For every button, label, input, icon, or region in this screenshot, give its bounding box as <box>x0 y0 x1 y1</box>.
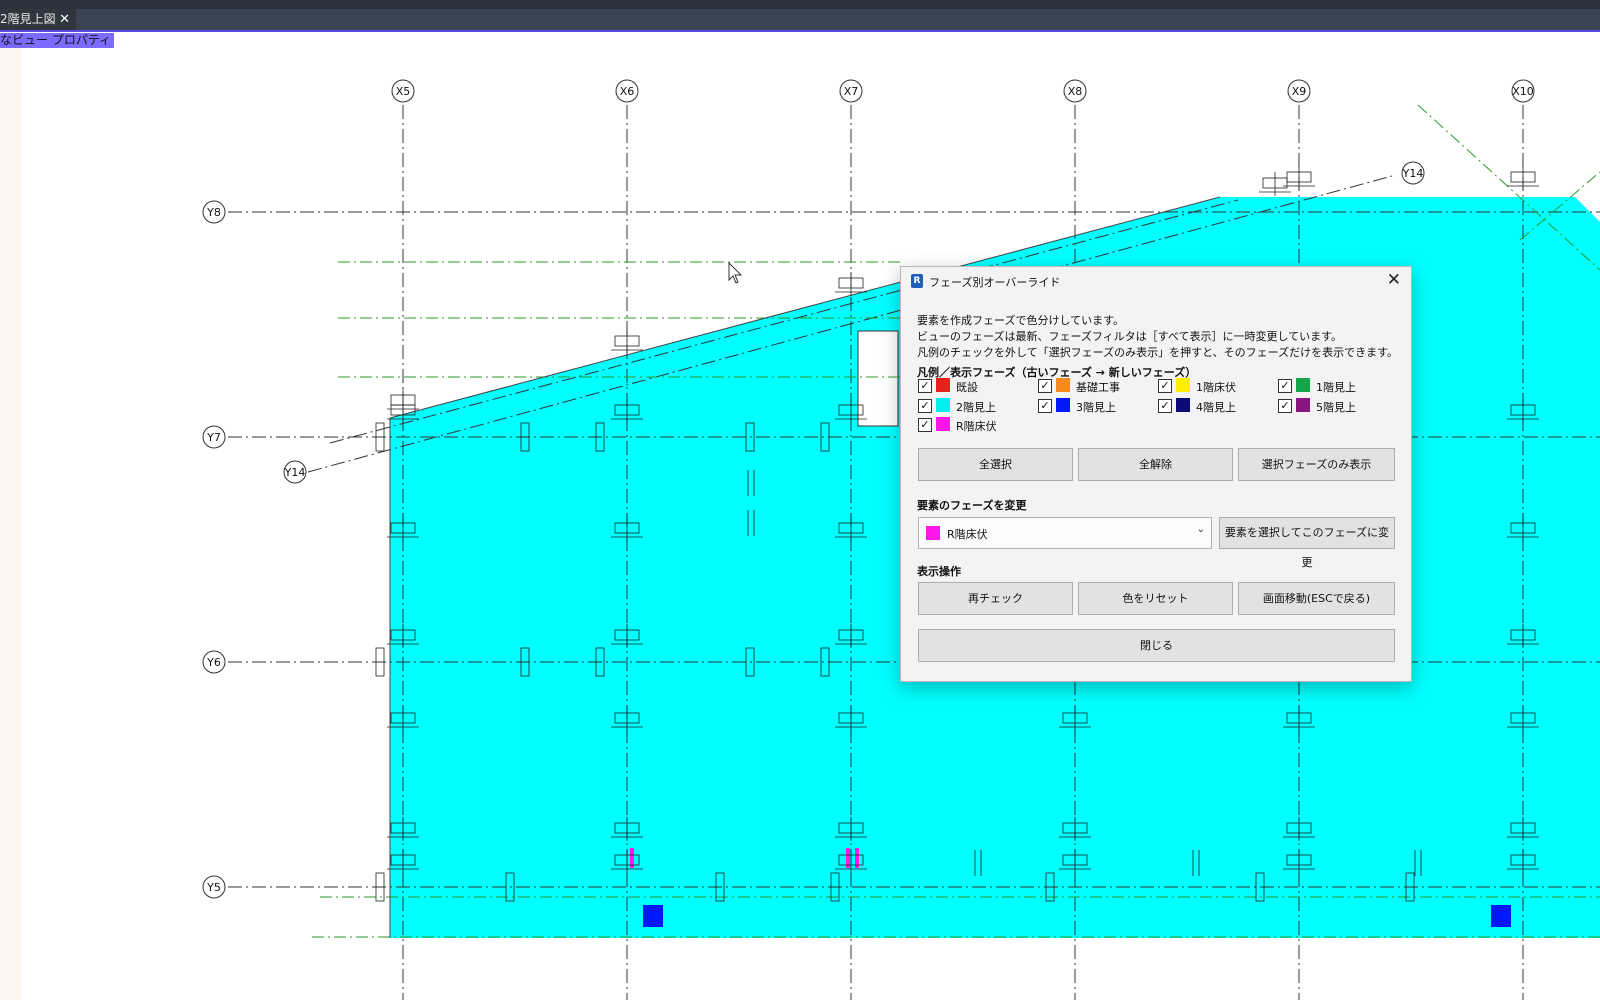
legend-checkbox[interactable]: ✓ <box>1278 379 1292 393</box>
dialog-title: フェーズ別オーバーライド <box>929 276 1061 289</box>
legend-item[interactable]: ✓ 既設 <box>918 378 1033 394</box>
pan-view-button[interactable]: 画面移動(ESCで戻る) <box>1238 582 1395 615</box>
legend-checkbox[interactable]: ✓ <box>918 399 932 413</box>
legend-swatch <box>1056 398 1070 412</box>
legend-item[interactable]: ✓ 5階見上 <box>1278 398 1393 414</box>
legend-checkbox[interactable]: ✓ <box>1158 379 1172 393</box>
apply-phase-button[interactable]: 要素を選択してこのフェーズに変更 <box>1219 517 1395 569</box>
grid-bubble-label: X8 <box>1068 85 1083 98</box>
legend-label: 1階見上 <box>1316 381 1356 394</box>
description-line-1: 要素を作成フェーズで色分けしています。 <box>917 314 1125 327</box>
legend-swatch <box>1176 378 1190 392</box>
legend-item[interactable]: ✓ 3階見上 <box>1038 398 1153 414</box>
show-selected-only-button[interactable]: 選択フェーズのみ表示 <box>1238 448 1395 481</box>
dialog-close-icon[interactable]: ✕ <box>1387 270 1401 290</box>
phase-select[interactable]: R階床伏 ⌄ <box>918 517 1212 549</box>
legend-checkbox[interactable]: ✓ <box>1278 399 1292 413</box>
legend-swatch <box>936 378 950 392</box>
grid-bubble-label: Y6 <box>206 656 221 669</box>
legend-label: 3階見上 <box>1076 401 1116 414</box>
legend-swatch <box>1296 378 1310 392</box>
deselect-all-button[interactable]: 全解除 <box>1078 448 1233 481</box>
selected-phase-label: R階床伏 <box>947 528 988 541</box>
display-section: 表示操作 <box>917 565 961 578</box>
grid-bubble-label: Y8 <box>206 206 221 219</box>
grid-bubble-label: Y5 <box>206 881 221 894</box>
recheck-button[interactable]: 再チェック <box>918 582 1073 615</box>
legend-label: R階床伏 <box>956 420 997 433</box>
description-line-3: 凡例のチェックを外して「選択フェーズのみ表示」を押すと、そのフェーズだけを表示で… <box>917 346 1399 359</box>
legend-checkbox[interactable]: ✓ <box>1158 399 1172 413</box>
change-phase-section: 要素のフェーズを変更 <box>917 499 1027 512</box>
grid-bubble-label: Y7 <box>206 431 221 444</box>
legend-label: 基礎工事 <box>1076 381 1120 394</box>
select-all-button[interactable]: 全選択 <box>918 448 1073 481</box>
legend-item[interactable]: ✓ 1階見上 <box>1278 378 1393 394</box>
legend-swatch <box>1056 378 1070 392</box>
legend-label: 4階見上 <box>1196 401 1236 414</box>
legend-label: 5階見上 <box>1316 401 1356 414</box>
dialog-titlebar[interactable]: R フェーズ別オーバーライド ✕ <box>901 267 1411 297</box>
legend-item[interactable]: ✓ 1階床伏 <box>1158 378 1273 394</box>
grid-bubble-label: Y14 <box>284 466 306 479</box>
description-line-2: ビューのフェーズは最新、フェーズフィルタは［すべて表示］に一時変更しています。 <box>917 330 1343 343</box>
legend-swatch <box>936 417 950 431</box>
close-button[interactable]: 閉じる <box>918 629 1395 662</box>
legend-item[interactable]: ✓ R階床伏 <box>918 417 1033 433</box>
grid-bubble-label: X5 <box>396 85 411 98</box>
legend-item[interactable]: ✓ 基礎工事 <box>1038 378 1153 394</box>
legend-checkbox[interactable]: ✓ <box>1038 379 1052 393</box>
grid-bubble-label: X9 <box>1292 85 1307 98</box>
legend-checkbox[interactable]: ✓ <box>918 379 932 393</box>
revit-icon: R <box>911 274 923 288</box>
selected-phase-swatch <box>926 526 940 540</box>
legend-label: 既設 <box>956 381 978 394</box>
reset-colors-button[interactable]: 色をリセット <box>1078 582 1233 615</box>
legend-label: 2階見上 <box>956 401 996 414</box>
phase-override-dialog: R フェーズ別オーバーライド ✕ 要素を作成フェーズで色分けしています。 ビュー… <box>900 266 1412 682</box>
legend-item[interactable]: ✓ 4階見上 <box>1158 398 1273 414</box>
legend-label: 1階床伏 <box>1196 381 1236 394</box>
column-marker-blue <box>1491 905 1511 927</box>
legend-swatch <box>1176 398 1190 412</box>
legend-item[interactable]: ✓ 2階見上 <box>918 398 1033 414</box>
grid-bubble-label: X10 <box>1512 85 1534 98</box>
legend-swatch <box>936 398 950 412</box>
column-marker-blue <box>643 905 663 927</box>
floor-opening <box>857 330 899 427</box>
grid-bubble-label: Y14 <box>1402 167 1424 180</box>
grid-bubble-label: X7 <box>844 85 859 98</box>
cursor-icon <box>728 261 743 284</box>
chevron-down-icon: ⌄ <box>1196 524 1205 535</box>
grid-bubble-label: X6 <box>620 85 635 98</box>
legend-swatch <box>1296 398 1310 412</box>
legend-checkbox[interactable]: ✓ <box>918 418 932 432</box>
legend-checkbox[interactable]: ✓ <box>1038 399 1052 413</box>
